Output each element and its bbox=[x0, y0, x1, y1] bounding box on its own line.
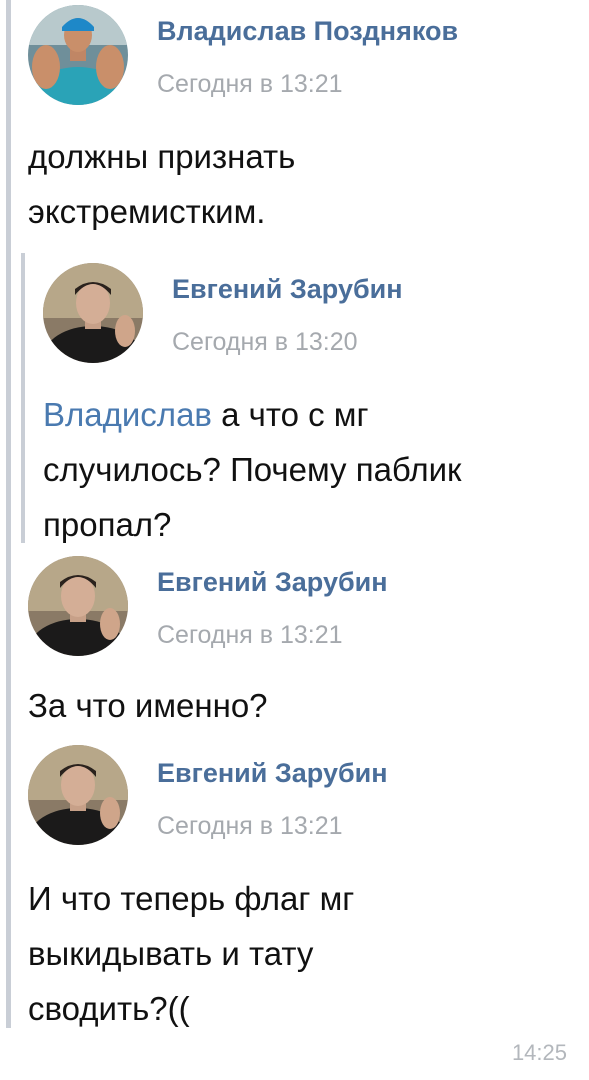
forward-quote-bar bbox=[6, 0, 11, 1028]
message-text-line: случилось? Почему паблик bbox=[43, 451, 462, 488]
avatar-evgeny-icon bbox=[28, 745, 128, 845]
forwarded-messages-screen: Владислав Поздняков Сегодня в 13:21 долж… bbox=[0, 0, 589, 1080]
avatar[interactable] bbox=[43, 263, 143, 363]
message-text-line: сводить?(( bbox=[28, 990, 190, 1027]
message-text-line: экстремистким. bbox=[28, 193, 266, 230]
message-time: Сегодня в 13:21 bbox=[157, 621, 343, 649]
avatar[interactable] bbox=[28, 5, 128, 105]
user-mention-link[interactable]: Владислав bbox=[43, 396, 212, 433]
message-text-line: выкидывать и тату bbox=[28, 935, 314, 972]
nested-quote-bar bbox=[21, 253, 25, 543]
message-text-fragment: а что с мг bbox=[211, 396, 369, 433]
message-text-line: И что теперь флаг мг bbox=[28, 880, 355, 917]
message-time: Сегодня в 13:21 bbox=[157, 70, 343, 98]
message-author[interactable]: Евгений Зарубин bbox=[157, 567, 388, 598]
message-sent-time: 14:25 bbox=[511, 1040, 567, 1065]
message-author[interactable]: Владислав Поздняков bbox=[157, 16, 458, 47]
message-author[interactable]: Евгений Зарубин bbox=[172, 274, 403, 305]
message-text-line: должны признать bbox=[28, 138, 296, 175]
message-text-line: пропал? bbox=[43, 506, 172, 543]
message-text-line: За что именно? bbox=[28, 687, 268, 724]
message-text-line: Владислав а что с мг bbox=[43, 387, 369, 442]
message-time: Сегодня в 13:20 bbox=[172, 328, 358, 356]
avatar-vladislav-icon bbox=[28, 5, 128, 105]
avatar[interactable] bbox=[28, 556, 128, 656]
avatar-evgeny-icon bbox=[28, 556, 128, 656]
message-author[interactable]: Евгений Зарубин bbox=[157, 758, 388, 789]
message-time: Сегодня в 13:21 bbox=[157, 812, 343, 840]
avatar[interactable] bbox=[28, 745, 128, 845]
avatar-evgeny-icon bbox=[43, 263, 143, 363]
